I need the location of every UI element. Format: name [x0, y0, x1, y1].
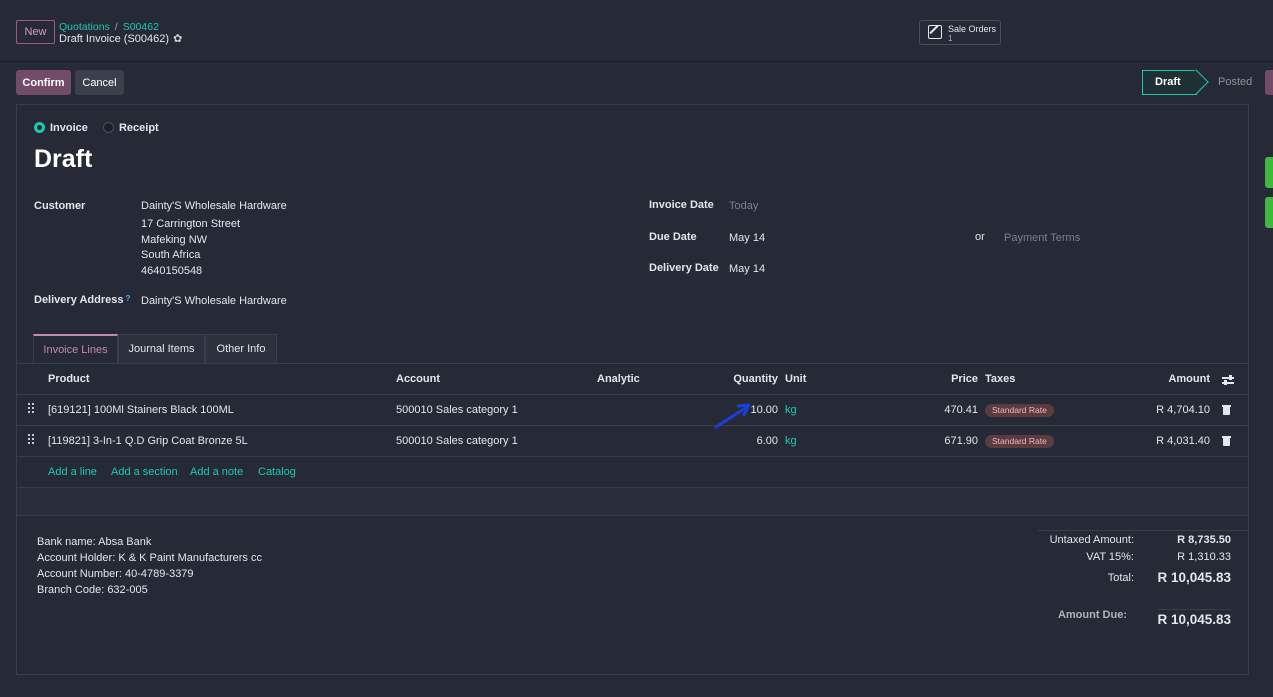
or-label: or	[975, 231, 985, 243]
catalog-link[interactable]: Catalog	[258, 457, 296, 487]
status-bar: Draft Posted	[1142, 69, 1252, 95]
line-unit[interactable]: kg	[785, 395, 797, 425]
terms-notes[interactable]: Bank name: Absa Bank Account Holder: K &…	[37, 534, 262, 598]
line-price[interactable]: 671.90	[917, 426, 978, 456]
customer-city: Mafeking NW	[141, 234, 208, 246]
total-label: Total:	[1107, 572, 1134, 584]
move-type-radio-group: Invoice Receipt	[34, 122, 171, 134]
status-posted[interactable]: Posted	[1205, 70, 1252, 95]
delivery-date-label: Delivery Date	[649, 262, 719, 274]
confirm-button[interactable]: Confirm	[16, 70, 71, 95]
invoice-date-label: Invoice Date	[649, 199, 714, 211]
smart-button-count: 1	[948, 34, 953, 43]
amount-due-value: R 10,045.83	[1157, 612, 1231, 627]
customer-street: 17 Carrington Street	[141, 218, 241, 230]
total-value: R 10,045.83	[1157, 570, 1231, 585]
table-row[interactable]: [619121] 100Ml Stainers Black 100ML 5000…	[17, 395, 1248, 426]
gear-icon[interactable]: ✿	[173, 32, 182, 45]
customer-vat: 4640150548	[141, 265, 203, 277]
edge-status-fragment[interactable]	[1265, 157, 1273, 188]
col-account[interactable]: Account	[396, 364, 440, 394]
payment-terms-field[interactable]: Payment Terms	[1004, 232, 1080, 244]
receipt-radio[interactable]	[102, 122, 114, 133]
add-line-link[interactable]: Add a line	[48, 457, 97, 487]
col-price[interactable]: Price	[917, 364, 978, 394]
add-section-link[interactable]: Add a section	[111, 457, 178, 487]
invoice-radio[interactable]	[34, 122, 45, 133]
tab-other-info[interactable]: Other Info	[205, 334, 277, 364]
help-tooltip-icon[interactable]: ?	[125, 294, 130, 303]
note-line: Bank name: Absa Bank	[37, 536, 152, 548]
page-title: Draft	[34, 145, 93, 173]
tax-tag: Standard Rate	[985, 434, 1054, 448]
record-name-text: Draft Invoice (S00462)	[59, 33, 170, 45]
col-unit[interactable]: Unit	[785, 364, 806, 394]
line-taxes[interactable]: Standard Rate	[985, 395, 1054, 425]
edge-status-fragment[interactable]	[1265, 197, 1273, 228]
delivery-date-field[interactable]: May 14	[729, 263, 765, 275]
col-analytic[interactable]: Analytic	[597, 364, 640, 394]
invoice-date-field[interactable]: Today	[729, 200, 758, 212]
note-line: Account Number: 40-4789-3379	[37, 568, 194, 580]
note-line: Account Holder: K & K Paint Manufacturer…	[37, 552, 262, 564]
table-footer	[17, 488, 1248, 516]
untaxed-amount-label: Untaxed Amount:	[1049, 534, 1134, 546]
invoice-radio-label[interactable]: Invoice	[50, 122, 88, 134]
customer-country: South Africa	[141, 249, 201, 261]
line-amount: R 4,704.10	[1156, 404, 1210, 416]
due-date-label: Due Date	[649, 231, 697, 243]
new-button[interactable]: New	[16, 20, 55, 44]
line-account[interactable]: 500010 Sales category 1	[396, 395, 518, 425]
sale-orders-smart-button[interactable]: Sale Orders 1	[919, 20, 1001, 45]
line-amount: R 4,031.40	[1156, 435, 1210, 447]
tab-invoice-lines[interactable]: Invoice Lines	[33, 334, 118, 364]
delivery-address-field[interactable]: Dainty'S Wholesale Hardware	[141, 295, 287, 307]
totals-divider	[1038, 530, 1248, 531]
drag-handle-icon[interactable]	[28, 403, 36, 415]
trash-icon[interactable]	[1222, 436, 1231, 446]
add-line-row: Add a line Add a section Add a note Cata…	[17, 457, 1248, 488]
tab-journal-items[interactable]: Journal Items	[118, 334, 205, 364]
optional-columns-icon[interactable]	[1222, 375, 1234, 385]
col-amount[interactable]: Amount	[1127, 364, 1210, 394]
trash-icon[interactable]	[1222, 405, 1231, 415]
edge-button-fragment[interactable]	[1265, 70, 1273, 95]
customer-name[interactable]: Dainty'S Wholesale Hardware	[141, 200, 287, 212]
table-row[interactable]: [119821] 3-In-1 Q.D Grip Coat Bronze 5L …	[17, 426, 1248, 457]
record-name: Draft Invoice (S00462) ✿	[59, 32, 182, 45]
line-taxes[interactable]: Standard Rate	[985, 426, 1054, 456]
receipt-radio-label[interactable]: Receipt	[119, 122, 159, 134]
col-taxes[interactable]: Taxes	[985, 364, 1015, 394]
due-date-field[interactable]: May 14	[729, 232, 765, 244]
delivery-address-label-text: Delivery Address	[34, 294, 124, 306]
top-bar: New Quotations / S00462 Draft Invoice (S00…	[0, 0, 1273, 62]
customer-label: Customer	[34, 200, 86, 212]
line-product[interactable]: [119821] 3-In-1 Q.D Grip Coat Bronze 5L	[48, 426, 248, 456]
note-line: Branch Code: 632-005	[37, 584, 148, 596]
amount-due-divider	[1157, 609, 1232, 610]
vat-value: R 1,310.33	[1177, 551, 1231, 563]
annotation-arrow-icon	[714, 403, 751, 429]
tax-tag: Standard Rate	[985, 403, 1054, 417]
col-product[interactable]: Product	[48, 364, 90, 394]
col-quantity[interactable]: Quantity	[717, 364, 778, 394]
untaxed-amount-value: R 8,735.50	[1177, 534, 1231, 546]
invoice-lines-header: Product Account Analytic Quantity Unit P…	[17, 364, 1248, 395]
smart-button-label: Sale Orders	[948, 24, 997, 34]
line-unit[interactable]: kg	[785, 426, 797, 456]
amount-due-label: Amount Due:	[1057, 609, 1127, 621]
cancel-button[interactable]: Cancel	[75, 70, 124, 95]
drag-handle-icon[interactable]	[28, 434, 36, 446]
edit-icon	[928, 25, 942, 39]
delivery-address-label: Delivery Address?	[34, 294, 130, 306]
form-sheet: Invoice Receipt Draft Customer Dainty'S …	[16, 104, 1249, 675]
add-note-link[interactable]: Add a note	[190, 457, 243, 487]
line-product[interactable]: [619121] 100Ml Stainers Black 100ML	[48, 395, 234, 425]
line-account[interactable]: 500010 Sales category 1	[396, 426, 518, 456]
line-price[interactable]: 470.41	[917, 395, 978, 425]
vat-label: VAT 15%:	[1086, 551, 1134, 563]
